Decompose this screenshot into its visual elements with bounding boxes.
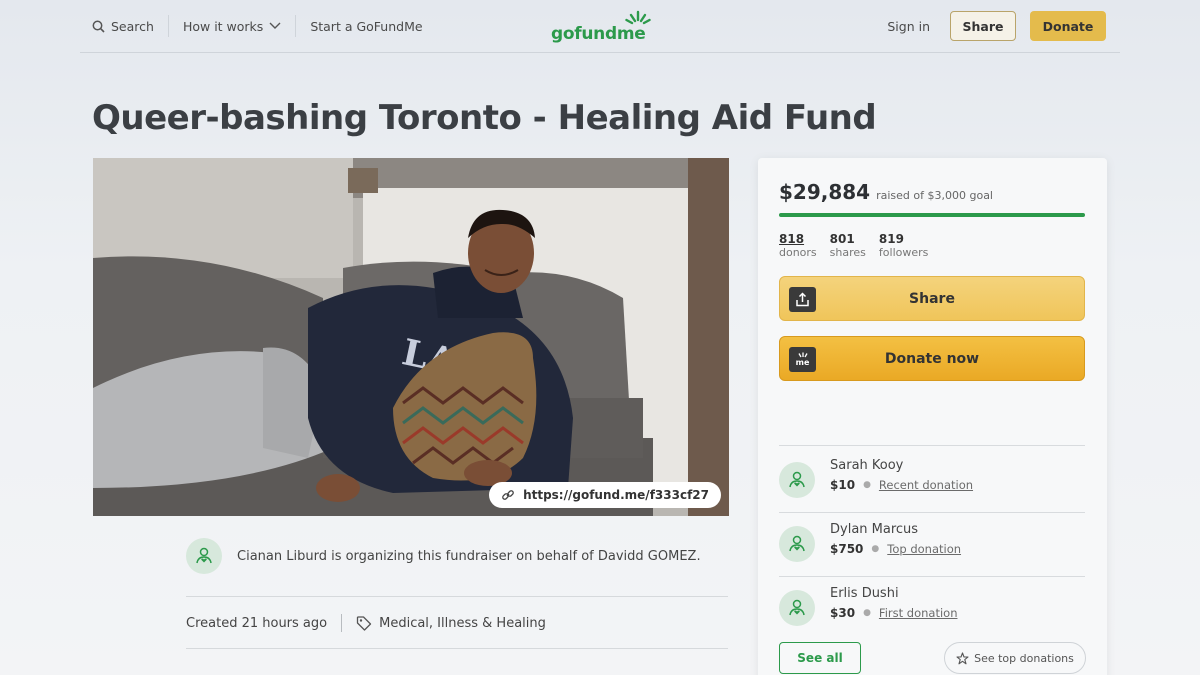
stats-row: 818 donors 801 shares 819 followers [779,232,928,259]
donor-detail: $750 ● Top donation [830,542,961,556]
donation-type-link[interactable]: Recent donation [879,478,973,492]
organizer-divider [186,596,728,597]
see-all-button[interactable]: See all [779,642,861,674]
dot-separator: ● [871,544,880,554]
share-button-top[interactable]: Share [950,11,1016,41]
how-it-works-label: How it works [182,18,264,34]
amount-raised: $29,884 [779,180,871,204]
link-icon [502,490,514,500]
donor-name: Sarah Kooy [830,458,904,473]
how-it-works-link[interactable]: How it works [167,15,295,37]
donor-avatar [779,462,815,498]
donate-icon-text: me [795,358,810,367]
category-label: Medical, Illness & Healing [379,615,546,631]
donation-item: Sarah Kooy $10 ● Recent donation [779,458,1085,508]
organizer-text: Cianan Liburd is organizing this fundrai… [237,548,701,564]
category-link[interactable]: Medical, Illness & Healing [356,615,546,631]
goal-text: raised of $3,000 goal [876,189,993,202]
organizer-avatar [186,538,222,574]
user-heart-icon [789,471,805,488]
stat-followers: 819 followers [879,232,928,259]
donation-divider [779,576,1085,577]
search-link[interactable]: Search [80,15,168,37]
tag-icon [356,616,372,631]
organizer-row: Cianan Liburd is organizing this fundrai… [186,538,728,574]
stat-followers-label: followers [878,246,929,259]
donor-amount: $750 [830,542,864,556]
donate-button-top[interactable]: Donate [1030,11,1106,41]
star-icon [956,651,969,664]
donor-avatar [779,526,815,562]
donor-name: Erlis Dushi [830,586,899,601]
donate-now-button[interactable]: me Donate now [779,336,1085,381]
share-button[interactable]: Share [779,276,1085,321]
start-gofundme-link[interactable]: Start a GoFundMe [295,15,436,37]
donation-type-link[interactable]: Top donation [887,542,961,556]
donor-info: Dylan Marcus $750 ● Top donation [830,522,961,556]
search-icon [92,20,105,33]
donation-card: $29,884 raised of $3,000 goal 818 donors… [758,158,1107,675]
chevron-down-icon [269,22,281,29]
search-label: Search [111,18,154,34]
short-url-pill[interactable]: https://gofund.me/f333cf27 [489,482,721,508]
campaign-photo-image: LA [93,158,729,516]
stat-shares-value: 801 [829,232,855,246]
gofundme-mark-icon: me [789,347,816,372]
top-nav: Search How it works Start a GoFundMe gof… [80,0,1120,53]
campaign-meta: Created 21 hours ago Medical, Illness & … [186,612,546,634]
see-top-donations-label: See top donations [974,651,1074,665]
created-time: Created 21 hours ago [186,615,328,631]
sign-in-link[interactable]: Sign in [887,19,930,34]
gofundme-logo[interactable]: gofundme [551,10,651,44]
stat-followers-value: 819 [878,232,904,246]
short-url-text: https://gofund.me/f333cf27 [523,488,709,502]
donation-item: Erlis Dushi $30 ● First donation [779,586,1085,636]
donations-divider-top [779,445,1085,446]
meta-divider [186,648,728,649]
logo-sprout-icon [625,10,651,25]
donor-name: Dylan Marcus [830,522,919,537]
stat-shares: 801 shares [830,232,866,259]
user-heart-icon [789,535,805,552]
donor-info: Sarah Kooy $10 ● Recent donation [830,458,973,492]
donor-info: Erlis Dushi $30 ● First donation [830,586,957,620]
campaign-photo[interactable]: LA https://gofund.me/f333cf27 [93,158,729,516]
dot-separator: ● [863,608,871,618]
donor-avatar [779,590,815,626]
donate-now-label: Donate now [884,350,980,367]
meta-separator [341,614,343,632]
nav-left-group: Search How it works Start a GoFundMe [80,0,437,52]
donation-type-link[interactable]: First donation [879,606,958,620]
stat-donors-value: 818 [779,232,805,246]
stat-shares-label: shares [829,246,866,259]
amount-raised-row: $29,884 raised of $3,000 goal [779,180,993,204]
donation-item: Dylan Marcus $750 ● Top donation [779,522,1085,572]
user-heart-icon [196,547,212,564]
donor-detail: $30 ● First donation [830,606,957,620]
dot-separator: ● [863,480,871,490]
stat-donors-label: donors [779,246,817,259]
user-heart-icon [789,599,805,616]
start-gofundme-label: Start a GoFundMe [310,18,423,34]
share-button-label: Share [909,290,955,307]
donor-amount: $10 [830,478,856,492]
stat-donors[interactable]: 818 donors [779,232,817,259]
see-top-donations-button[interactable]: See top donations [944,642,1086,674]
donation-divider [779,512,1085,513]
progress-bar [779,213,1085,217]
share-upload-icon [789,287,816,312]
donor-amount: $30 [830,606,856,620]
donor-detail: $10 ● Recent donation [830,478,973,492]
campaign-title: Queer-bashing Toronto - Healing Aid Fund [92,98,877,138]
nav-right-group: Sign in Share Donate [887,0,1106,52]
